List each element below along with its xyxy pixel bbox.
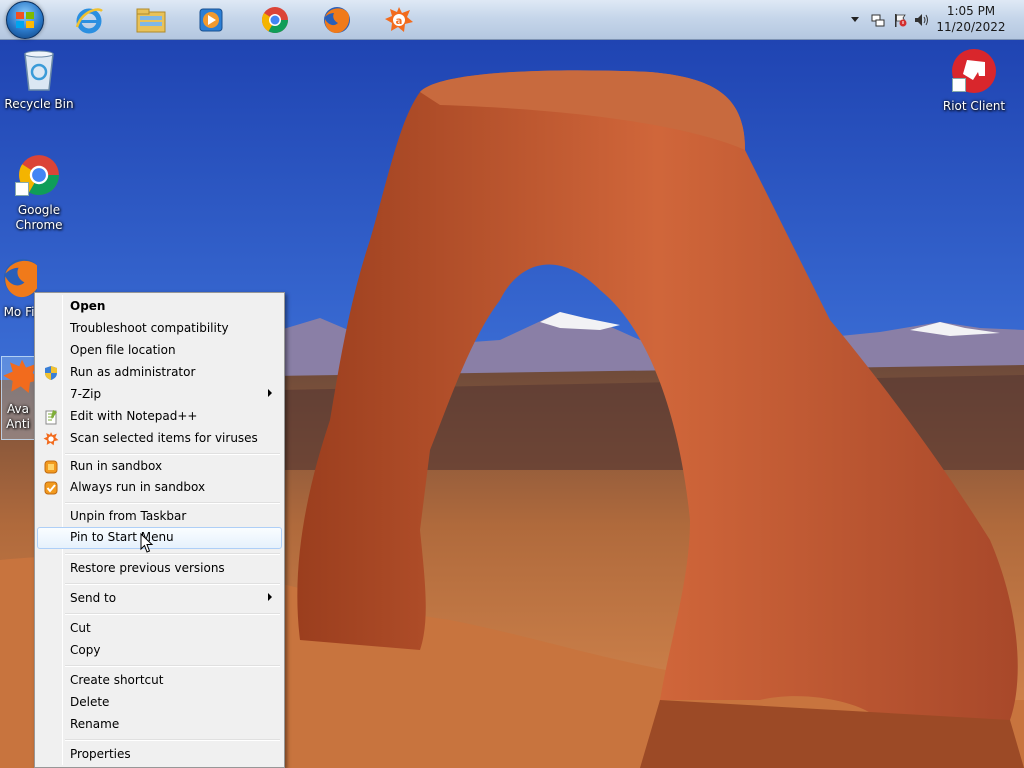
taskbar-media-player-button[interactable] [188,2,234,38]
taskbar-avast-button[interactable]: a [376,2,422,38]
volume-icon[interactable] [914,12,930,28]
taskbar-explorer-button[interactable] [128,2,174,38]
menu-item-label: Delete [70,695,110,709]
clock[interactable]: 1:05 PM 11/20/2022 [936,3,1006,35]
menu-item-label: Open [70,299,106,313]
menu-item-troubleshoot-compatibility[interactable]: Troubleshoot compatibility [37,318,282,340]
menu-item-run-in-sandbox[interactable]: Run in sandbox [37,456,282,478]
shortcut-arrow-icon [15,182,29,196]
desktop-icon-label: Ava Anti [6,402,30,431]
sandbox-icon [44,460,58,474]
menu-item-always-run-in-sandbox[interactable]: Always run in sandbox [37,477,282,499]
menu-item-7zip[interactable]: 7-Zip [37,384,282,406]
menu-separator [65,665,280,667]
desktop-icon-label: Riot Client [942,99,1006,113]
menu-item-edit-with-notepadpp[interactable]: Edit with Notepad++ [37,406,282,428]
svg-text:a: a [396,16,403,27]
folder-icon [136,8,166,33]
start-button[interactable] [6,1,44,39]
menu-item-open[interactable]: Open [37,296,282,318]
desktop-icon-firefox[interactable]: Mo Fi [1,256,37,320]
network-icon[interactable] [870,12,886,28]
system-tray: 1:05 PM 11/20/2022 [838,0,1024,40]
avast-icon [43,432,59,446]
menu-separator [65,453,280,455]
sandbox-check-icon [44,481,58,495]
menu-item-label: Edit with Notepad++ [70,409,198,423]
chrome-icon [261,7,289,34]
menu-item-label: Pin to Start Menu [70,530,174,544]
taskbar-chrome-button[interactable] [252,2,298,38]
windows-logo-icon [16,12,34,28]
menu-separator [65,739,280,741]
menu-item-restore-previous-versions[interactable]: Restore previous versions [37,558,282,580]
menu-item-label: Cut [70,621,91,635]
menu-item-label: 7-Zip [70,387,102,401]
mouse-cursor-icon [140,533,154,553]
desktop-icon-google-chrome[interactable]: Google Chrome [1,152,77,233]
shortcut-arrow-icon [952,78,966,92]
desktop-icon-label: Recycle Bin [4,97,74,111]
desktop-icon-avast-selected[interactable]: Ava Anti [1,356,35,440]
taskbar: a 1:05 PM 11/20/2022 [0,0,1024,40]
media-player-icon [199,8,223,32]
desktop-icon-label: Mo Fi [3,305,35,319]
uac-shield-icon [45,366,57,380]
menu-item-label: Scan selected items for viruses [70,431,258,445]
desktop-icon-label: Google Chrome [15,203,63,232]
menu-item-label: Create shortcut [70,673,164,687]
internet-explorer-icon [75,8,103,34]
clock-date: 11/20/2022 [936,20,1006,34]
avast-icon [3,359,34,393]
firefox-icon [324,7,350,33]
avast-icon: a [385,7,413,32]
desktop-icon-riot-client[interactable]: Riot Client [936,48,1012,114]
menu-separator [65,553,280,555]
submenu-arrow-icon [268,389,272,397]
firefox-icon [3,258,37,298]
menu-item-label: Run in sandbox [70,459,163,473]
menu-item-label: Run as administrator [70,365,196,379]
menu-item-label: Open file location [70,343,176,357]
menu-item-label: Unpin from Taskbar [70,509,187,523]
menu-item-label: Troubleshoot compatibility [70,321,229,335]
clock-time: 1:05 PM [946,4,996,18]
menu-separator [65,502,280,504]
menu-item-properties[interactable]: Properties [37,744,282,766]
taskbar-firefox-button[interactable] [314,2,360,38]
menu-item-label: Properties [70,747,131,761]
menu-item-scan-for-viruses[interactable]: Scan selected items for viruses [37,428,282,450]
menu-item-label: Rename [70,717,120,731]
menu-item-label: Copy [70,643,101,657]
show-hidden-icons-triangle-icon[interactable] [850,14,860,24]
desktop-icon-recycle-bin[interactable]: Recycle Bin [1,48,77,112]
submenu-arrow-icon [268,593,272,601]
menu-item-pin-to-start-menu[interactable]: Pin to Start Menu [37,527,282,549]
menu-item-label: Send to [70,591,117,605]
menu-item-copy[interactable]: Copy [37,640,282,662]
menu-separator [65,613,280,615]
menu-item-run-as-administrator[interactable]: Run as administrator [37,362,282,384]
menu-item-label: Always run in sandbox [70,480,206,494]
notepadpp-icon [45,410,57,425]
menu-item-delete[interactable]: Delete [37,692,282,714]
menu-item-unpin-from-taskbar[interactable]: Unpin from Taskbar [37,506,282,528]
menu-item-cut[interactable]: Cut [37,618,282,640]
menu-item-label: Restore previous versions [70,561,225,575]
action-center-flag-icon[interactable] [892,12,908,28]
menu-item-create-shortcut[interactable]: Create shortcut [37,670,282,692]
menu-separator [65,583,280,585]
taskbar-internet-explorer-button[interactable] [66,2,112,38]
menu-item-send-to[interactable]: Send to [37,588,282,610]
menu-item-open-file-location[interactable]: Open file location [37,340,282,362]
recycle-bin-icon [24,50,54,91]
context-menu: Open Troubleshoot compatibility Open fil… [34,292,285,768]
menu-item-rename[interactable]: Rename [37,714,282,736]
